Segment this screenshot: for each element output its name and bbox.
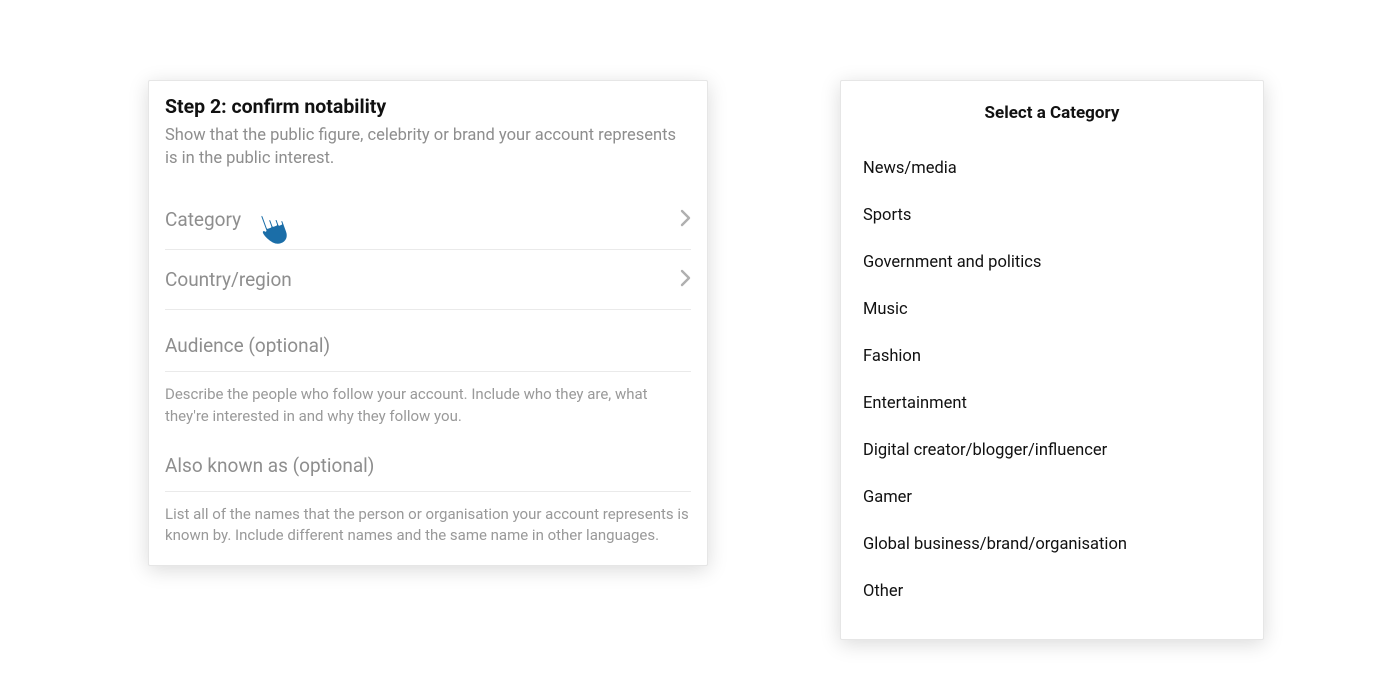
category-list: News/media Sports Government and politic… <box>863 145 1241 615</box>
country-region-row[interactable]: Country/region <box>165 250 691 310</box>
category-item-news-media[interactable]: News/media <box>863 145 1241 192</box>
also-known-as-label[interactable]: Also known as (optional) <box>165 430 691 492</box>
also-known-as-help-text: List all of the names that the person or… <box>165 492 691 550</box>
category-item-global-business[interactable]: Global business/brand/organisation <box>863 521 1241 568</box>
category-item-other[interactable]: Other <box>863 568 1241 615</box>
category-item-entertainment[interactable]: Entertainment <box>863 380 1241 427</box>
step-subtitle: Show that the public figure, celebrity o… <box>165 124 691 170</box>
audience-label[interactable]: Audience (optional) <box>165 310 691 372</box>
select-category-title: Select a Category <box>863 103 1241 123</box>
category-item-music[interactable]: Music <box>863 286 1241 333</box>
step-title: Step 2: confirm notability <box>165 95 691 118</box>
category-item-fashion[interactable]: Fashion <box>863 333 1241 380</box>
category-item-government-politics[interactable]: Government and politics <box>863 239 1241 286</box>
audience-help-text: Describe the people who follow your acco… <box>165 372 691 430</box>
chevron-right-icon <box>680 209 691 231</box>
select-category-card: Select a Category News/media Sports Gove… <box>840 80 1264 640</box>
pointer-cursor-icon <box>251 206 295 250</box>
country-region-label: Country/region <box>165 268 292 291</box>
category-item-sports[interactable]: Sports <box>863 192 1241 239</box>
notability-card: Step 2: confirm notability Show that the… <box>148 80 708 566</box>
category-row[interactable]: Category <box>165 190 691 250</box>
category-label: Category <box>165 208 241 231</box>
category-item-gamer[interactable]: Gamer <box>863 474 1241 521</box>
category-item-digital-creator[interactable]: Digital creator/blogger/influencer <box>863 427 1241 474</box>
chevron-right-icon <box>680 269 691 291</box>
